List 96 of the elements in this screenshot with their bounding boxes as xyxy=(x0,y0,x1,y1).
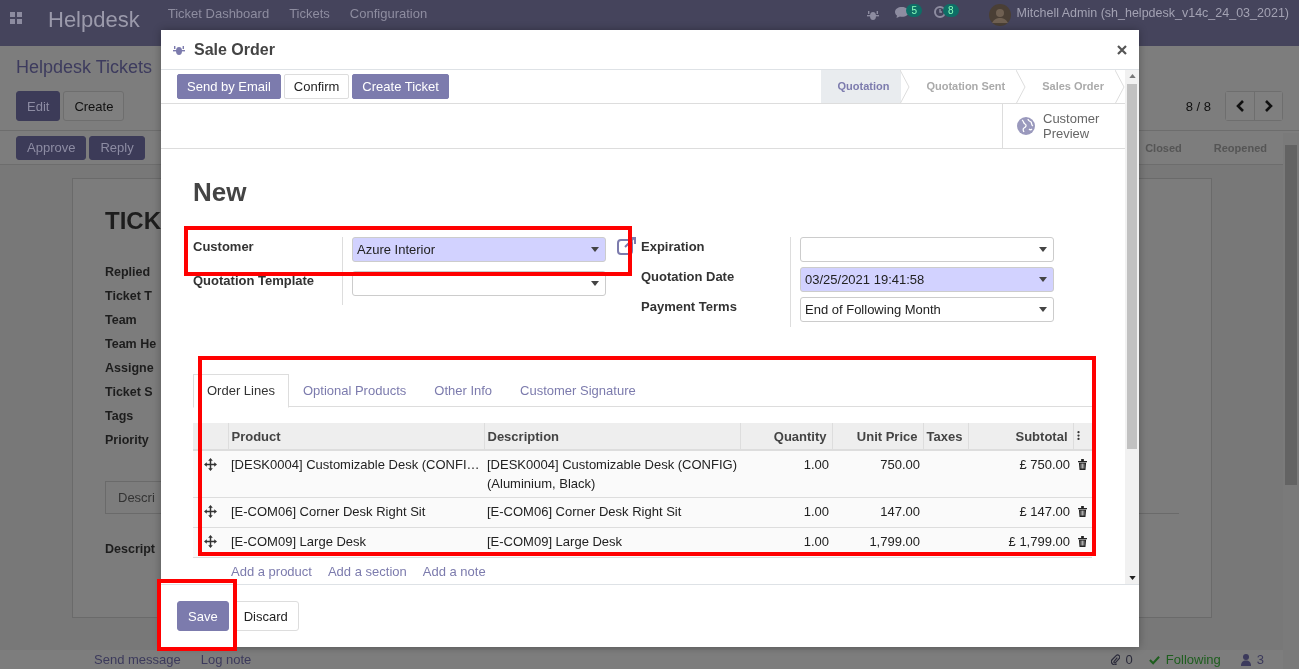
select-field[interactable]: End of Following Month xyxy=(800,297,1054,322)
bug-icon xyxy=(173,43,185,56)
clock-icon[interactable] xyxy=(934,6,947,18)
field-label: Quotation Date xyxy=(641,267,791,297)
field-label: Replied xyxy=(105,264,151,281)
caret-icon xyxy=(591,281,599,286)
chevron-right-icon xyxy=(1263,100,1274,112)
apps-menu-icon[interactable] xyxy=(10,12,22,24)
drag-handle-icon[interactable] xyxy=(204,458,217,471)
field-label: Payment Terms xyxy=(641,297,791,327)
log-note-link[interactable]: Log note xyxy=(200,652,252,667)
check-icon xyxy=(1148,654,1160,665)
add-line-link[interactable]: Add a note xyxy=(422,564,486,579)
record-title: New xyxy=(193,177,248,209)
field-label: Expiration xyxy=(641,237,791,267)
tab[interactable]: Order Lines xyxy=(193,374,289,408)
column-options-icon[interactable] xyxy=(1076,429,1080,441)
table-cell: [E-COM09] Large Desk xyxy=(487,534,623,549)
caret-icon xyxy=(1039,247,1047,252)
field-label: Ticket S xyxy=(105,384,153,401)
action-button[interactable]: Reply xyxy=(89,135,145,160)
field-label: Priority xyxy=(105,432,149,449)
drag-handle-icon[interactable] xyxy=(204,505,217,518)
select-field[interactable]: Azure Interior xyxy=(352,237,606,262)
column-header[interactable]: Description xyxy=(487,428,559,444)
count-badge: 8 xyxy=(943,3,959,17)
pager-value: 8 / 8 xyxy=(1185,98,1211,114)
status-stage[interactable]: Quotation Sent xyxy=(910,70,1018,103)
scroll-down-arrow-icon[interactable] xyxy=(1128,576,1136,580)
field-label: Customer xyxy=(193,237,343,271)
person-icon[interactable] xyxy=(1240,653,1251,666)
count-badge: 5 xyxy=(906,3,923,17)
caret-icon xyxy=(1039,307,1047,312)
header-button[interactable]: Send by Email xyxy=(177,74,281,99)
scrollbar[interactable] xyxy=(1125,70,1139,584)
dialog-title: Sale Order xyxy=(194,40,275,59)
caret-icon xyxy=(1039,277,1047,282)
table-cell: 1.00 xyxy=(803,457,829,472)
select-field[interactable]: 03/25/2021 19:41:58 xyxy=(800,267,1054,292)
menu-item[interactable]: Configuration xyxy=(349,6,428,21)
bug-icon[interactable] xyxy=(867,9,880,21)
toolbar-button[interactable]: Edit xyxy=(16,91,61,121)
trash-icon[interactable] xyxy=(1078,506,1087,517)
user-name[interactable]: Mitchell Admin (sh_helpdesk_v14c_24_03_2021) xyxy=(1016,6,1289,20)
scroll-up-arrow-icon[interactable] xyxy=(1128,74,1136,78)
caret-icon xyxy=(591,247,599,252)
paperclip-icon[interactable] xyxy=(1110,654,1120,665)
action-button[interactable]: Approve xyxy=(16,135,87,160)
table-cell: [E-COM09] Large Desk xyxy=(231,534,367,549)
footer-button[interactable]: Save xyxy=(177,601,229,631)
table-cell: [DESK0004] Customizable Desk (CONFIG) (Aluminium, Black) xyxy=(487,457,737,491)
status-stage[interactable]: Sales Order xyxy=(1026,70,1116,103)
field-label: Ticket T xyxy=(105,288,152,305)
attachment-count: 0 xyxy=(1125,652,1133,667)
field-label: Assigne xyxy=(105,360,154,377)
table-cell: 147.00 xyxy=(880,504,920,519)
field-label: Team He xyxy=(105,336,157,353)
field-label: Tags xyxy=(105,408,134,425)
table-cell: 750.00 xyxy=(880,457,920,472)
table-cell: [DESK0004] Customizable Desk (CONFI… xyxy=(231,457,480,472)
tab[interactable]: Optional Products xyxy=(288,374,421,406)
table-cell: 1,799.00 xyxy=(869,534,920,549)
table-cell: 1.00 xyxy=(803,504,829,519)
table-cell: 1.00 xyxy=(803,534,829,549)
menu-item[interactable]: Tickets xyxy=(289,6,330,21)
external-link-icon[interactable] xyxy=(617,237,637,255)
send-message-link[interactable]: Send message xyxy=(94,652,181,667)
drag-handle-icon[interactable] xyxy=(204,535,217,548)
select-field[interactable] xyxy=(800,237,1054,262)
tab[interactable]: Other Info xyxy=(420,374,507,406)
table-cell: £ 1,799.00 xyxy=(1008,534,1070,549)
menu-item[interactable]: Ticket Dashboard xyxy=(167,6,270,21)
header-button[interactable]: Confirm xyxy=(283,74,350,99)
toolbar-button[interactable]: Create xyxy=(63,91,125,121)
field-label: Descript xyxy=(105,542,156,556)
app-name: Helpdesk xyxy=(48,7,140,33)
table-cell: £ 750.00 xyxy=(1019,457,1070,472)
add-line-link[interactable]: Add a product xyxy=(231,564,312,579)
close-icon[interactable] xyxy=(1117,44,1127,55)
next-button[interactable] xyxy=(1254,92,1282,120)
ticket-title: TICK xyxy=(105,207,161,235)
status-stage[interactable]: Quotation xyxy=(821,70,902,103)
breadcrumb: Helpdesk Tickets xyxy=(16,56,153,79)
trash-icon[interactable] xyxy=(1078,536,1087,547)
tab[interactable]: Customer Signature xyxy=(506,374,650,406)
column-header[interactable]: Product xyxy=(231,428,281,444)
table-cell: [E-COM06] Corner Desk Right Sit xyxy=(487,504,682,519)
chevron-left-icon xyxy=(1235,100,1245,112)
trash-icon[interactable] xyxy=(1078,459,1087,470)
header-button[interactable]: Create Ticket xyxy=(352,74,449,99)
table-cell: £ 147.00 xyxy=(1019,504,1070,519)
follower-count: 3 xyxy=(1256,652,1264,667)
table-cell: [E-COM06] Corner Desk Right Sit xyxy=(231,504,426,519)
field-label: Team xyxy=(105,312,137,329)
globe-icon xyxy=(1017,117,1035,135)
add-line-link[interactable]: Add a section xyxy=(327,564,407,579)
